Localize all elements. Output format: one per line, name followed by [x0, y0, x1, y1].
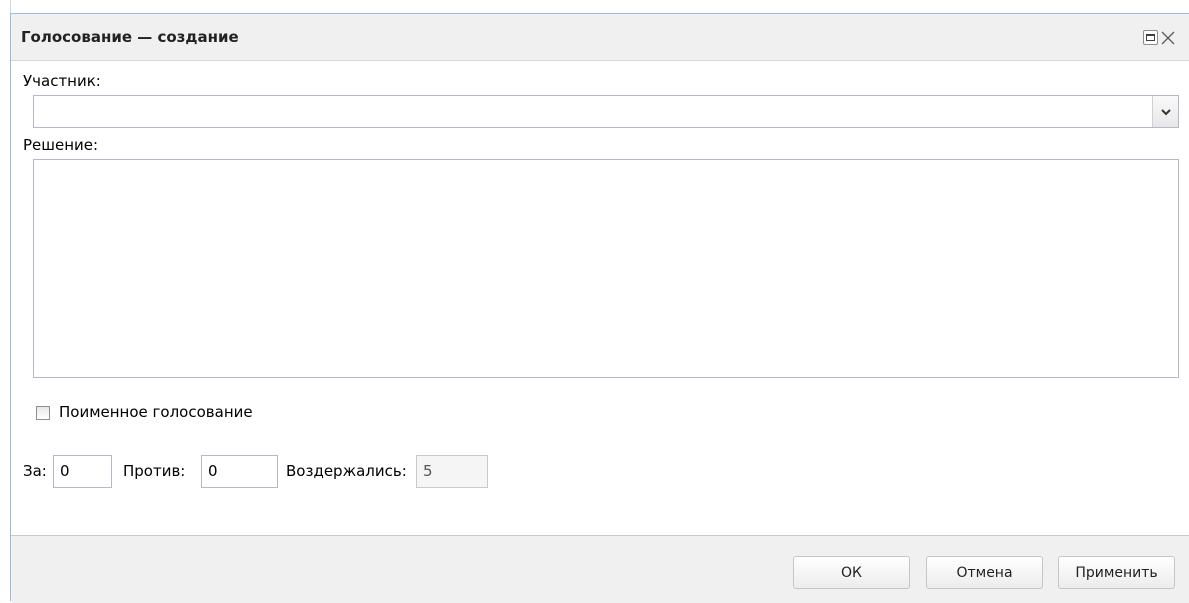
votes-abstained-label: Воздержались: [286, 462, 407, 480]
apply-button[interactable]: Применить [1058, 556, 1175, 589]
decision-label: Решение: [23, 136, 99, 154]
maximize-icon[interactable] [1143, 30, 1158, 45]
dialog-title: Голосование — создание [21, 28, 239, 46]
dialog-window: Голосование — создание Участник: Решение… [10, 13, 1189, 603]
chevron-down-icon[interactable] [1152, 96, 1178, 127]
rollcall-label: Поименное голосование [59, 403, 253, 421]
participant-combobox[interactable] [33, 95, 1179, 128]
cancel-button[interactable]: Отмена [926, 556, 1043, 589]
votes-for-label: За: [23, 462, 47, 480]
votes-against-input[interactable]: 0 [201, 455, 278, 488]
participant-label: Участник: [23, 72, 101, 90]
decision-textarea[interactable] [33, 159, 1179, 378]
votes-for-input[interactable]: 0 [53, 455, 112, 488]
dialog-titlebar[interactable]: Голосование — создание [11, 14, 1189, 61]
dialog-footer: ОК Отмена Применить [11, 535, 1189, 603]
rollcall-checkbox[interactable] [36, 406, 50, 420]
close-icon[interactable] [1160, 30, 1175, 45]
ok-button[interactable]: ОК [793, 556, 910, 589]
votes-against-label: Против: [123, 462, 186, 480]
votes-abstained-input: 5 [416, 455, 488, 488]
